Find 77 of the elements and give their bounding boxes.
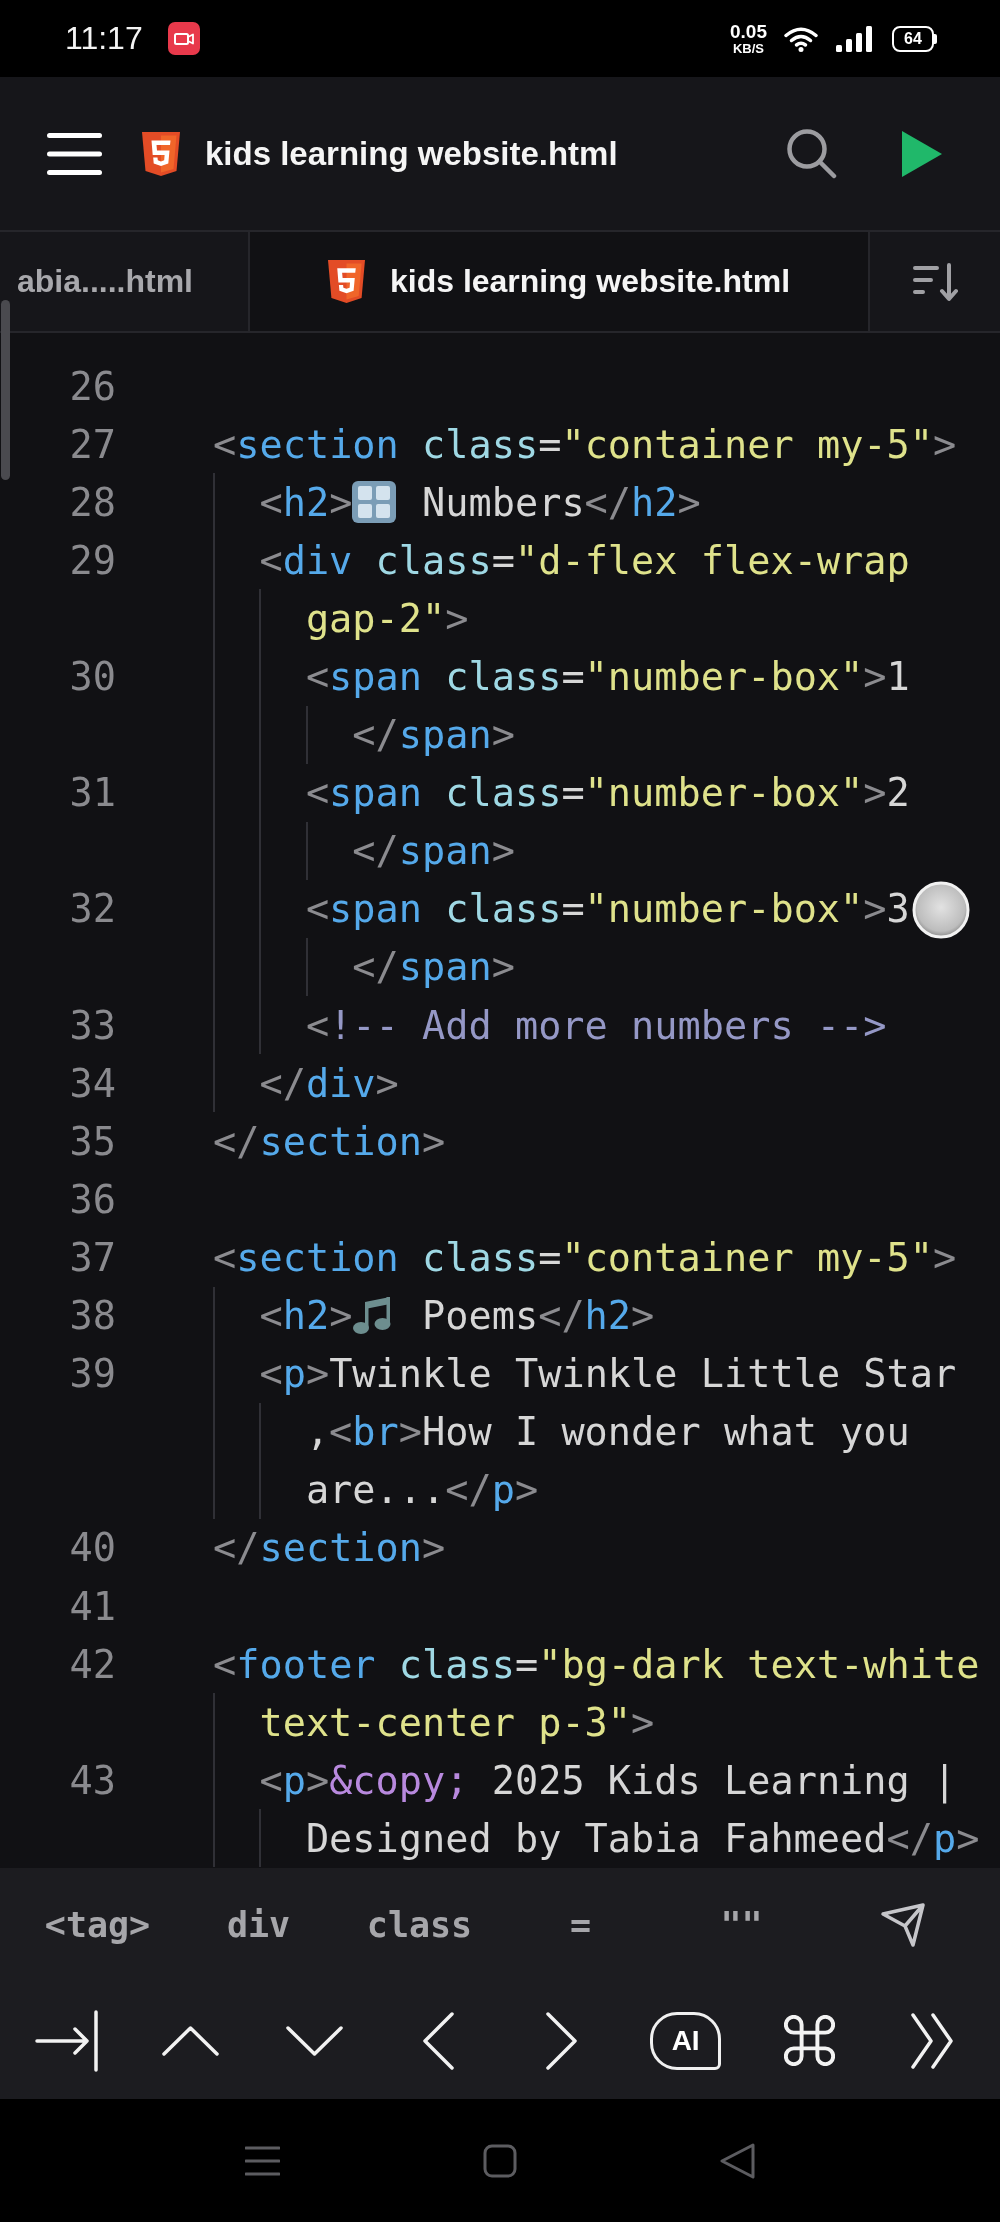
code-line: </span> [352,712,515,758]
touch-indicator-icon [912,881,970,939]
ai-button[interactable]: AI [650,2011,722,2070]
code-line: Designed by Tabia Fahmeed</p> [305,1815,980,1861]
command-icon[interactable] [783,2015,835,2066]
signal-icon [836,25,872,52]
line-number: 35 [69,1118,116,1164]
square-icon[interactable] [483,2143,517,2178]
code-line: <footer class="bg-dark text-white [213,1641,980,1687]
line-number: 38 [69,1293,116,1339]
chevron-down-icon[interactable] [285,2025,343,2056]
line-number: 27 [69,421,116,467]
network-speed: 0.05 [730,22,767,41]
code-line: <div class="d-flex flex-wrap [259,537,910,583]
double-chevron-right-icon[interactable] [911,2012,956,2069]
code-line: <!-- Add more numbers --> [305,1002,887,1048]
line-number: 26 [69,363,116,409]
code-line: <span class="number-box">2 [305,770,910,816]
code-line: </div> [259,1060,399,1106]
shield-icon [142,131,180,176]
line-number: 39 [69,1351,116,1397]
speed-unit: KB/S [732,42,765,55]
back-icon[interactable] [720,2142,755,2179]
menu-icon[interactable] [47,132,102,175]
code-line: <section class="container my-5"> [213,421,957,467]
line-number: 40 [69,1525,116,1571]
wifi-icon [784,25,818,52]
code-line: ,<br>How I wonder what you [305,1409,910,1455]
line-number: 41 [69,1583,116,1629]
chevron-up-icon[interactable] [162,2025,220,2056]
code-line: Numbers</h2> [421,479,701,525]
line-number: 31 [69,770,116,816]
line-number: 37 [69,1234,116,1280]
line-number: 36 [69,1176,116,1222]
line-number: 28 [69,479,116,525]
code-line: <h2> [259,1293,353,1339]
shield-icon [327,260,365,303]
chevron-left-icon[interactable] [422,2011,454,2070]
file-tab[interactable]: kids learning website.html [250,232,870,331]
line-number: 43 [69,1757,116,1803]
code-line: <h2> [259,479,353,525]
code-line: Poems</h2> [421,1293,655,1339]
symbol-key[interactable]: <tag> [44,1905,151,1945]
search-icon[interactable] [786,128,837,179]
code-line: <section class="container my-5"> [213,1234,957,1280]
code-line: </span> [352,828,515,874]
line-number: 33 [69,1002,116,1048]
tab-key-icon[interactable] [34,2009,99,2072]
line-number: 32 [69,886,116,932]
code-line: </span> [352,944,515,990]
chevron-right-icon[interactable] [546,2011,578,2070]
battery-indicator: 64 [892,25,937,52]
play-icon[interactable] [902,130,942,177]
line-number: 29 [69,537,116,583]
line-number: 42 [69,1641,116,1687]
sort-icon[interactable] [912,261,958,302]
code-line: text-center p-3"> [259,1699,655,1745]
scrollbar-thumb[interactable] [1,300,10,480]
symbol-key[interactable]: "" [720,1905,763,1945]
symbol-key[interactable]: = [569,1905,592,1945]
clock-time: 11:17 [65,20,143,57]
code-line: </section> [213,1525,446,1571]
symbol-key[interactable]: div [226,1905,291,1945]
camera-icon [167,22,200,55]
line-number: 34 [69,1060,116,1106]
code-line: are...</p> [305,1467,539,1513]
line-number: 30 [69,654,116,699]
code-line: <p>Twinkle Twinkle Little Star [259,1351,957,1397]
code-line: gap-2"> [305,595,469,641]
file-title: kids learning website.html [205,134,618,173]
symbol-key[interactable]: class [366,1905,473,1945]
keypad-icon [352,481,397,524]
code-line: </section> [213,1118,446,1164]
paper-plane-icon[interactable] [879,1902,926,1948]
code-line: <span class="number-box">3 [305,886,910,932]
code-line: <p>&copy; 2025 Kids Learning | [259,1757,957,1803]
code-line: <span class="number-box">1 [305,654,910,699]
